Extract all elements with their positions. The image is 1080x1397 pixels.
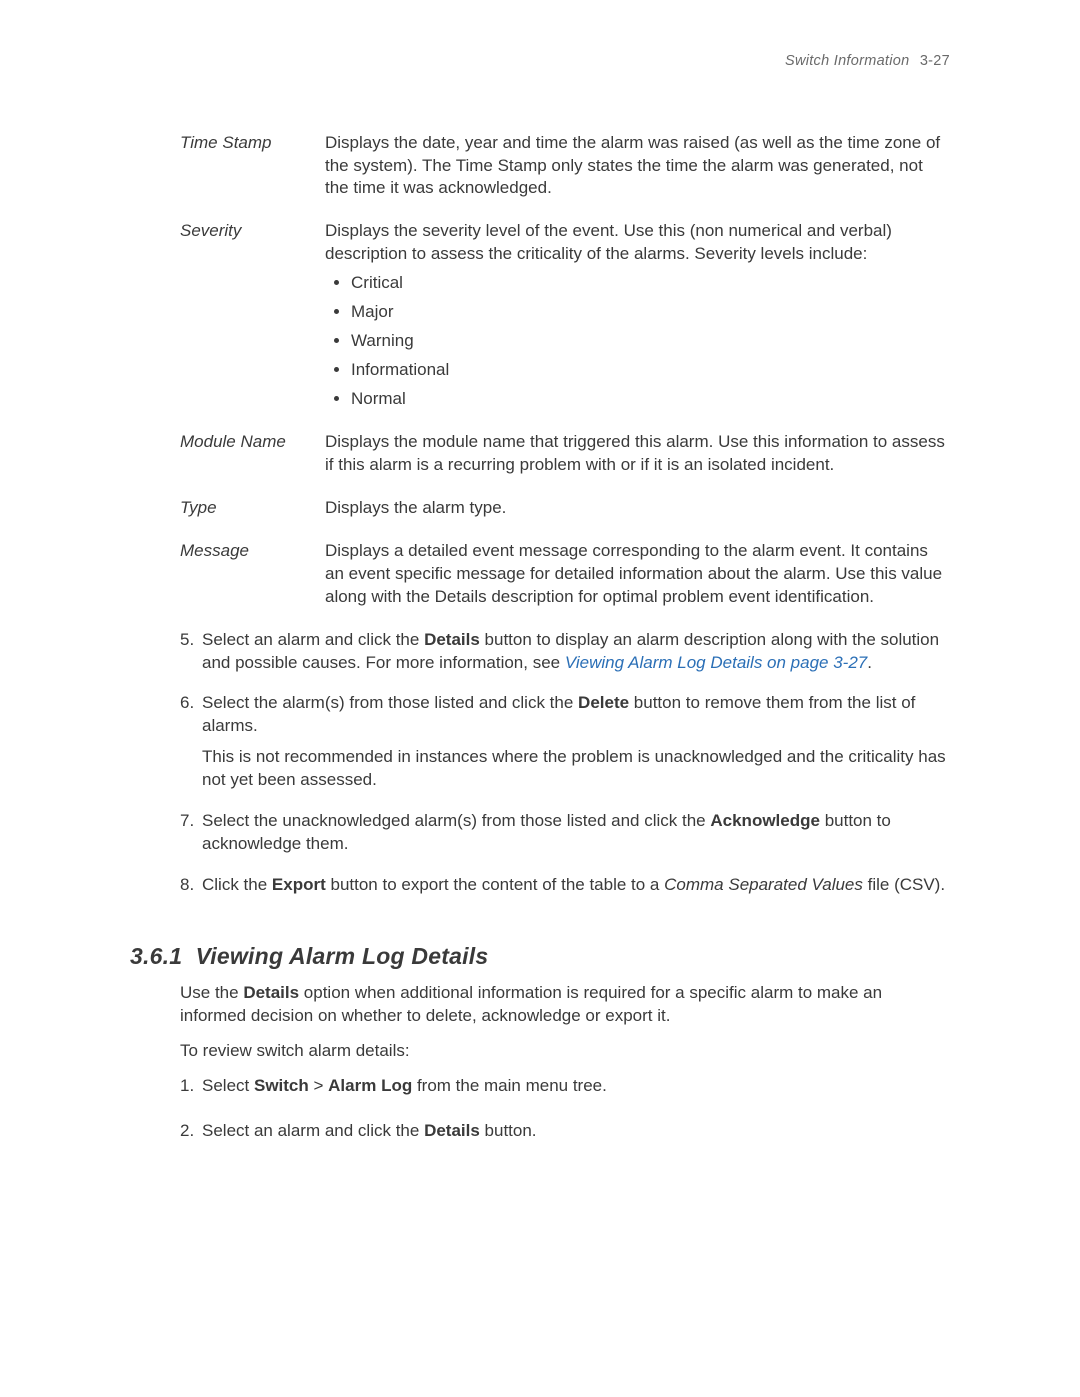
section-step-1: 1. Select Switch > Alarm Log from the ma… bbox=[180, 1075, 950, 1110]
alarm-log-label: Alarm Log bbox=[328, 1076, 412, 1095]
viewing-alarm-log-details-link[interactable]: Viewing Alarm Log Details on page 3-27 bbox=[565, 653, 867, 672]
section-title: Viewing Alarm Log Details bbox=[196, 943, 489, 969]
switch-label: Switch bbox=[254, 1076, 309, 1095]
severity-level: Informational bbox=[351, 359, 950, 382]
def-term: Module Name bbox=[180, 431, 325, 454]
step-body: Select an alarm and click the Details bu… bbox=[202, 1120, 950, 1155]
severity-level: Critical bbox=[351, 272, 950, 295]
header-pagenum: 3-27 bbox=[920, 53, 950, 69]
def-desc: Displays the alarm type. bbox=[325, 497, 950, 520]
section-number: 3.6.1 bbox=[130, 943, 182, 969]
step-number: 2. bbox=[180, 1120, 202, 1155]
step-number: 1. bbox=[180, 1075, 202, 1110]
acknowledge-label: Acknowledge bbox=[710, 811, 820, 830]
def-term: Type bbox=[180, 497, 325, 520]
step-number: 6. bbox=[180, 692, 202, 800]
def-desc: Displays the date, year and time the ala… bbox=[325, 132, 950, 201]
section-body: Use the Details option when additional i… bbox=[180, 982, 950, 1155]
details-label: Details bbox=[243, 983, 299, 1002]
step-body: Select an alarm and click the Details bu… bbox=[202, 629, 950, 683]
def-term: Time Stamp bbox=[180, 132, 325, 155]
severity-levels: Critical Major Warning Informational Nor… bbox=[325, 272, 950, 411]
csv-italic: Comma Separated Values bbox=[664, 875, 863, 894]
step-7: 7. Select the unacknowledged alarm(s) fr… bbox=[180, 810, 950, 864]
severity-level: Normal bbox=[351, 388, 950, 411]
step-number: 5. bbox=[180, 629, 202, 683]
section-para-2: To review switch alarm details: bbox=[180, 1040, 950, 1063]
export-label: Export bbox=[272, 875, 326, 894]
def-type: Type Displays the alarm type. bbox=[180, 497, 950, 526]
section-para-1: Use the Details option when additional i… bbox=[180, 982, 950, 1028]
step-5: 5. Select an alarm and click the Details… bbox=[180, 629, 950, 683]
def-desc: Displays the severity level of the event… bbox=[325, 220, 950, 266]
step-text: Click the Export button to export the co… bbox=[202, 874, 950, 897]
step-body: Click the Export button to export the co… bbox=[202, 874, 950, 905]
step-8: 8. Click the Export button to export the… bbox=[180, 874, 950, 905]
def-desc: Displays the module name that triggered … bbox=[325, 431, 950, 477]
step-text: Select Switch > Alarm Log from the main … bbox=[202, 1075, 950, 1098]
details-label: Details bbox=[424, 1121, 480, 1140]
ordered-steps: 5. Select an alarm and click the Details… bbox=[180, 629, 950, 905]
def-severity: Severity Displays the severity level of … bbox=[180, 220, 950, 417]
definition-list: Time Stamp Displays the date, year and t… bbox=[180, 132, 950, 615]
def-body: Displays the alarm type. bbox=[325, 497, 950, 526]
step-number: 8. bbox=[180, 874, 202, 905]
def-time-stamp: Time Stamp Displays the date, year and t… bbox=[180, 132, 950, 207]
def-module-name: Module Name Displays the module name tha… bbox=[180, 431, 950, 483]
step-text: Select an alarm and click the Details bu… bbox=[202, 629, 950, 675]
def-term: Severity bbox=[180, 220, 325, 243]
def-body: Displays a detailed event message corres… bbox=[325, 540, 950, 615]
step-text: Select the alarm(s) from those listed an… bbox=[202, 692, 950, 738]
step-body: Select the unacknowledged alarm(s) from … bbox=[202, 810, 950, 864]
def-body: Displays the severity level of the event… bbox=[325, 220, 950, 417]
page: Switch Information 3-27 Time Stamp Displ… bbox=[0, 0, 1080, 1397]
def-body: Displays the module name that triggered … bbox=[325, 431, 950, 483]
step-text: Select an alarm and click the Details bu… bbox=[202, 1120, 950, 1143]
def-term: Message bbox=[180, 540, 325, 563]
section-heading: 3.6.1 Viewing Alarm Log Details bbox=[130, 941, 950, 972]
def-message: Message Displays a detailed event messag… bbox=[180, 540, 950, 615]
step-number: 7. bbox=[180, 810, 202, 864]
step-text: Select the unacknowledged alarm(s) from … bbox=[202, 810, 950, 856]
def-body: Displays the date, year and time the ala… bbox=[325, 132, 950, 207]
step-body: Select the alarm(s) from those listed an… bbox=[202, 692, 950, 800]
def-desc: Displays a detailed event message corres… bbox=[325, 540, 950, 609]
step-6: 6. Select the alarm(s) from those listed… bbox=[180, 692, 950, 800]
running-header: Switch Information 3-27 bbox=[150, 52, 950, 72]
severity-level: Warning bbox=[351, 330, 950, 353]
severity-level: Major bbox=[351, 301, 950, 324]
delete-label: Delete bbox=[578, 693, 629, 712]
header-title: Switch Information bbox=[785, 53, 910, 69]
step-subtext: This is not recommended in instances whe… bbox=[202, 746, 950, 792]
step-body: Select Switch > Alarm Log from the main … bbox=[202, 1075, 950, 1110]
details-label: Details bbox=[424, 630, 480, 649]
section-step-2: 2. Select an alarm and click the Details… bbox=[180, 1120, 950, 1155]
